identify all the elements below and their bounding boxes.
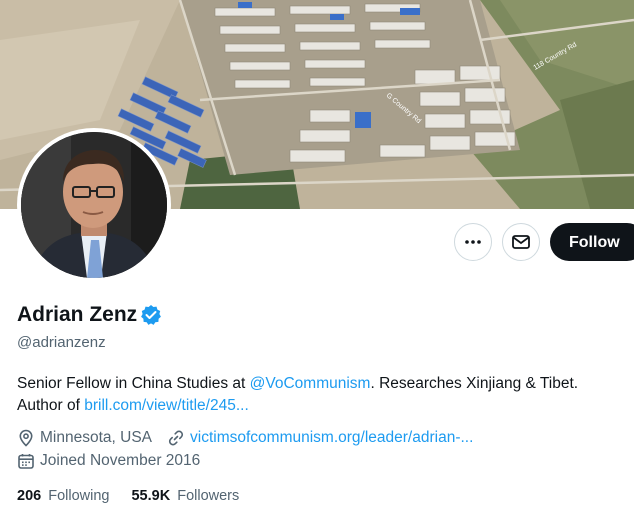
profile-name-row: Adrian Zenz <box>17 303 162 327</box>
calendar-icon <box>18 454 34 469</box>
followers-count: 55.9K <box>131 488 171 504</box>
following-count: 206 <box>17 488 42 504</box>
following-label: Following <box>48 488 110 504</box>
website-link[interactable]: victimsofcommunism.org/leader/adrian-... <box>190 429 473 447</box>
profile-bio: Senior Fellow in China Studies at @VoCom… <box>17 373 617 417</box>
link-icon <box>168 430 184 446</box>
avatar-photo <box>21 132 167 278</box>
profile-handle: @adrianzenz <box>17 334 106 351</box>
bio-text: . Researches Xinjiang & Tibet. <box>370 375 579 392</box>
bio-book-link[interactable]: brill.com/view/title/245... <box>84 397 249 414</box>
follow-stats: 206 Following 55.9K Followers <box>17 488 261 504</box>
bio-text: Senior Fellow in China Studies at <box>17 375 250 392</box>
location-item: Minnesota, USA <box>17 429 152 447</box>
profile-name: Adrian Zenz <box>17 303 138 326</box>
joined-item: Joined November 2016 <box>17 452 200 470</box>
bio-text: Author of <box>17 397 85 414</box>
location-text: Minnesota, USA <box>40 429 152 446</box>
joined-text: Joined November 2016 <box>40 452 201 469</box>
profile-avatar[interactable] <box>17 128 171 282</box>
profile-meta-row: Minnesota, USA victimsofcommunism.org/le… <box>17 429 488 447</box>
profile-meta-row: Joined November 2016 <box>17 452 215 470</box>
bio-mention-link[interactable]: @VoCommunism <box>250 375 371 392</box>
followers-link[interactable]: 55.9K Followers <box>131 488 239 504</box>
more-button[interactable] <box>454 223 492 261</box>
following-link[interactable]: 206 Following <box>17 488 109 504</box>
envelope-icon <box>512 235 530 249</box>
follow-button[interactable]: Follow <box>550 223 634 261</box>
website-item[interactable]: victimsofcommunism.org/leader/adrian-... <box>167 429 473 447</box>
verified-badge-icon[interactable] <box>140 304 162 326</box>
followers-label: Followers <box>177 488 240 504</box>
more-horizontal-icon <box>465 240 481 244</box>
message-button[interactable] <box>502 223 540 261</box>
location-pin-icon <box>19 429 33 447</box>
